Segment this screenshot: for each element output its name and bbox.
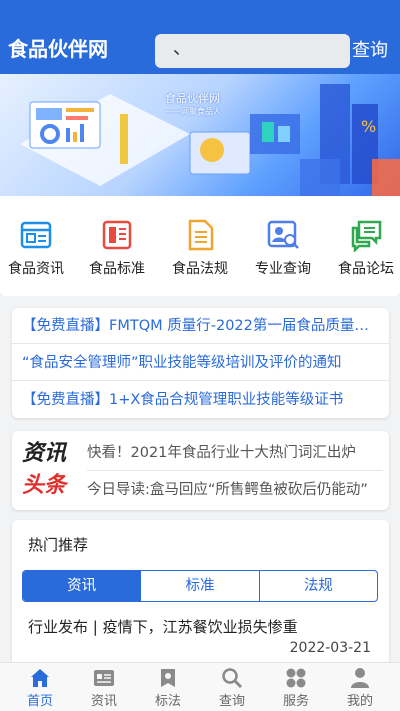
- bottomnav-label: 我的: [346, 694, 373, 709]
- quicknav-item-food-forum[interactable]: 食品论坛: [330, 218, 400, 282]
- banner-subtitle: ——网聚食品人: [165, 107, 221, 116]
- live-news-card: 【免费直播】FMTQM 质量行-2022第一届食品质量与安全管理创新大会 “食品…: [12, 308, 389, 418]
- quicknav-label: 食品法规: [172, 261, 228, 277]
- svg-text:%: %: [361, 117, 376, 136]
- tab-news[interactable]: 资讯: [23, 571, 141, 601]
- forum-icon: [351, 220, 382, 252]
- bottomnav-item-service[interactable]: 服务: [271, 667, 321, 711]
- search-input[interactable]: 、: [155, 34, 350, 68]
- live-news-item[interactable]: 【免费直播】1+X食品合规管理职业技能等级证书: [12, 382, 389, 418]
- article-title[interactable]: 行业发布 | 疫情下，江苏餐饮业损失惨重: [28, 616, 298, 637]
- bottomnav-item-mine[interactable]: 我的: [335, 667, 385, 711]
- query-icon: [267, 220, 299, 249]
- search-button[interactable]: 查询: [352, 36, 396, 66]
- site-logo[interactable]: 食品伙伴网: [8, 36, 108, 62]
- news-icon: [20, 221, 52, 249]
- quick-nav: 食品资讯 食品标准 食品法规 专业查询 食品论坛: [0, 196, 400, 296]
- headline-card: 资讯 头条 快看！2021年食品行业十大热门词汇出炉 今日导读:盒马回应“所售鳄…: [12, 431, 389, 510]
- search-icon: [222, 668, 243, 689]
- section-title: 热门推荐: [28, 536, 89, 554]
- quicknav-item-food-news[interactable]: 食品资讯: [0, 218, 72, 282]
- user-icon: [351, 668, 369, 688]
- quicknav-label: 食品资讯: [8, 261, 64, 277]
- banner-title: 食品伙伴网: [165, 92, 220, 105]
- quicknav-item-food-regulation[interactable]: 食品法规: [164, 218, 236, 282]
- quicknav-label: 食品论坛: [338, 261, 394, 277]
- headline-item[interactable]: 今日导读:盒马回应“所售鳄鱼被砍后仍能动”: [87, 472, 383, 508]
- news-card-icon: [94, 670, 114, 686]
- article-date: 2022-03-21: [289, 640, 371, 656]
- hot-tabs: 资讯 标准 法规: [22, 570, 378, 602]
- hot-recommend-card: 热门推荐 资讯 标准 法规 行业发布 | 疫情下，江苏餐饮业损失惨重 2022-…: [12, 520, 389, 680]
- quicknav-item-food-standard[interactable]: 食品标准: [81, 218, 153, 282]
- live-news-item[interactable]: “食品安全管理师”职业技能等级培训及评价的通知: [12, 345, 389, 381]
- book-icon: [161, 669, 175, 687]
- quicknav-item-pro-query[interactable]: 专业查询: [247, 218, 319, 282]
- headline-logo-top: 资讯: [22, 441, 67, 466]
- bottomnav-label: 标法: [154, 694, 181, 709]
- home-icon: [31, 669, 49, 687]
- live-news-item[interactable]: 【免费直播】FMTQM 质量行-2022第一届食品质量与安全管理创新大会: [12, 308, 389, 344]
- app-header: 食品伙伴网 、 查询: [0, 0, 400, 74]
- hero-banner[interactable]: % 食品伙伴网 ——网聚食品人: [0, 74, 400, 196]
- bottom-nav: 首页 资讯 标法 查询 服务 我的: [0, 662, 400, 711]
- bottomnav-label: 服务: [282, 694, 309, 709]
- bottomnav-label: 查询: [218, 694, 245, 709]
- tab-regulation[interactable]: 法规: [258, 571, 377, 601]
- bottomnav-item-query[interactable]: 查询: [207, 667, 257, 711]
- bottomnav-item-news[interactable]: 资讯: [79, 667, 129, 711]
- bottomnav-item-standards-regs[interactable]: 标法: [143, 667, 193, 711]
- grid-icon: [286, 668, 306, 688]
- quicknav-label: 食品标准: [89, 261, 145, 277]
- bottomnav-label: 首页: [26, 694, 53, 709]
- regulation-icon: [188, 219, 214, 251]
- bottomnav-item-home[interactable]: 首页: [15, 667, 65, 711]
- headline-logo-bottom: 头条: [22, 473, 67, 498]
- headline-logo: 资讯 头条: [22, 439, 76, 503]
- quicknav-label: 专业查询: [255, 261, 311, 277]
- standard-icon: [102, 220, 132, 250]
- bottomnav-label: 资讯: [90, 694, 117, 709]
- headline-item[interactable]: 快看！2021年食品行业十大热门词汇出炉: [87, 435, 383, 471]
- tab-standard[interactable]: 标准: [140, 571, 258, 601]
